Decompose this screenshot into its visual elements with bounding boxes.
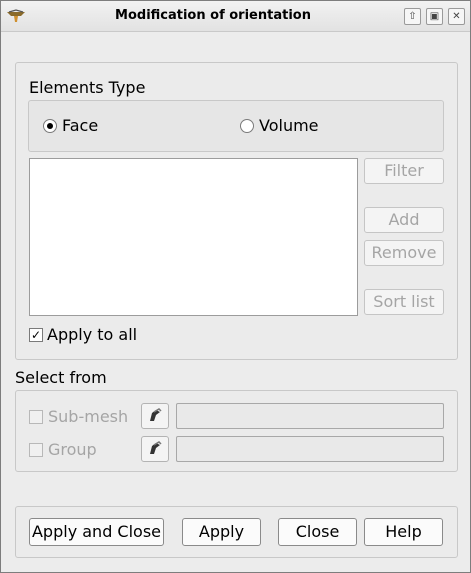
group-label[interactable]: Group [48, 440, 97, 459]
apply-to-all-label[interactable]: Apply to all [47, 325, 137, 344]
sub-mesh-label[interactable]: Sub-mesh [48, 407, 128, 426]
close-button[interactable]: Close [278, 518, 357, 546]
title-bar: Modification of orientation ⇧ ▣ ✕ [1, 1, 470, 32]
element-list[interactable] [29, 158, 358, 316]
elements-type-label: Elements Type [29, 78, 146, 97]
group-select-button[interactable] [141, 436, 169, 462]
volume-radio[interactable] [240, 119, 254, 133]
face-radio[interactable] [43, 119, 57, 133]
sub-mesh-checkbox[interactable] [29, 410, 43, 424]
close-icon[interactable]: ✕ [448, 8, 465, 25]
window-title: Modification of orientation [115, 8, 311, 23]
shade-icon[interactable]: ⇧ [404, 8, 421, 25]
apply-to-all-checkbox[interactable]: ✓ [29, 328, 43, 342]
sort-list-button[interactable]: Sort list [364, 289, 444, 315]
add-button[interactable]: Add [364, 207, 444, 233]
face-label[interactable]: Face [62, 116, 98, 135]
select-from-label: Select from [15, 368, 107, 387]
help-button[interactable]: Help [364, 518, 443, 546]
apply-button[interactable]: Apply [182, 518, 261, 546]
remove-button[interactable]: Remove [364, 240, 444, 266]
apply-and-close-button[interactable]: Apply and Close [29, 518, 164, 546]
sub-mesh-field[interactable] [176, 403, 444, 429]
dialog-window: Modification of orientation ⇧ ▣ ✕ Elemen… [0, 0, 471, 573]
maximize-icon[interactable]: ▣ [426, 8, 443, 25]
arrow-pointer-icon [150, 441, 162, 454]
volume-label[interactable]: Volume [259, 116, 319, 135]
sub-mesh-select-button[interactable] [141, 403, 169, 429]
group-field[interactable] [176, 436, 444, 462]
group-checkbox[interactable] [29, 443, 43, 457]
arrow-pointer-icon [150, 408, 162, 421]
filter-button[interactable]: Filter [364, 158, 444, 184]
